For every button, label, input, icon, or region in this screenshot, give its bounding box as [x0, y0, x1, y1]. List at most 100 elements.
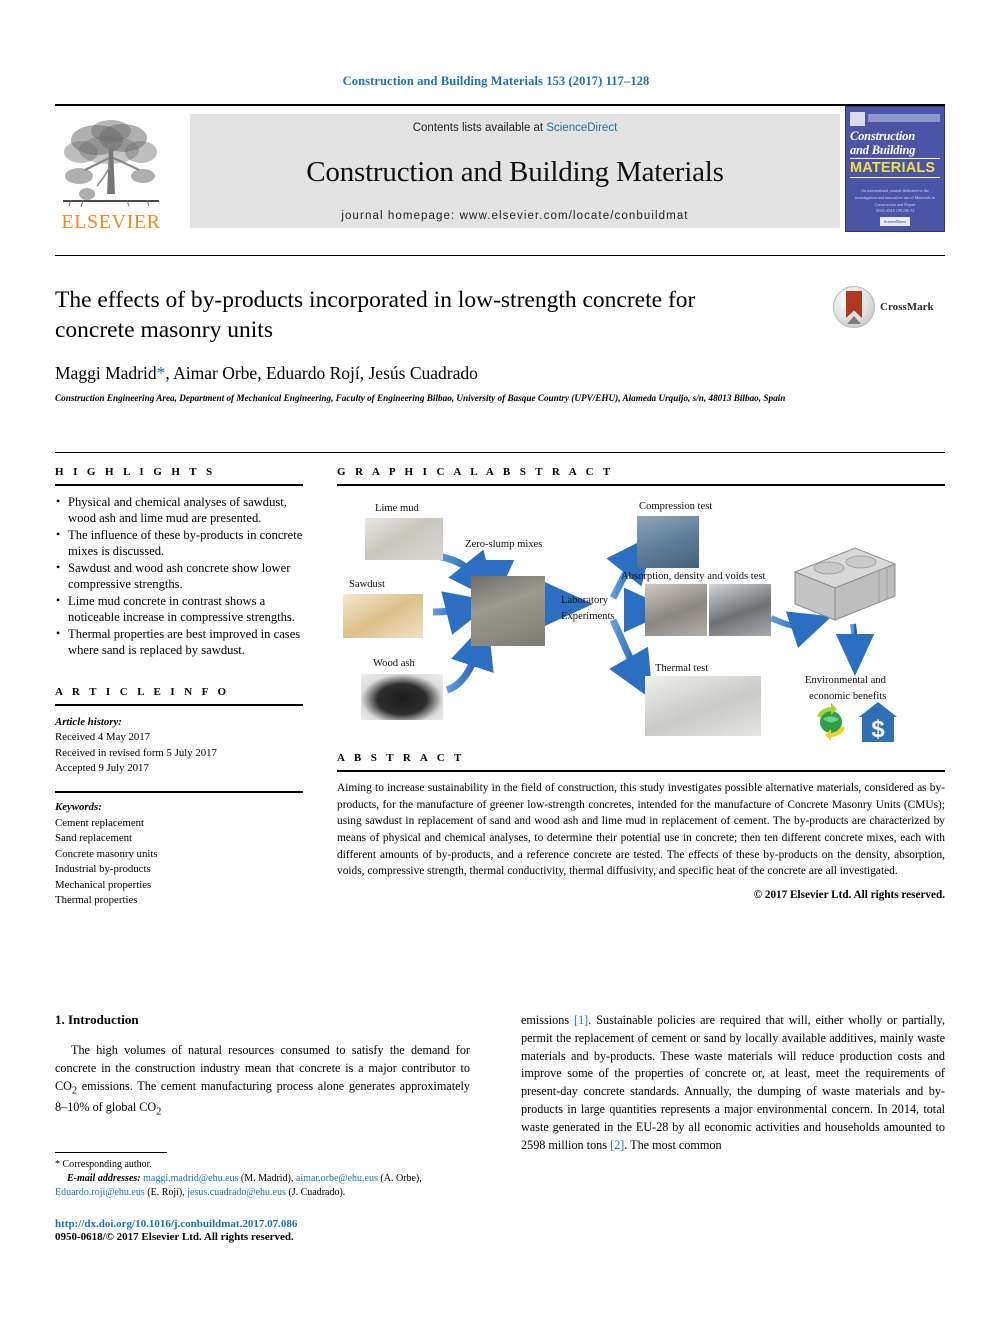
- email-link-2[interactable]: aimar.orbe@ehu.eus: [296, 1173, 378, 1184]
- graphical-abstract-rule: [337, 484, 945, 486]
- intro-right-end: . The most common: [624, 1137, 722, 1152]
- ga-label-sawdust: Sawdust: [349, 579, 385, 590]
- contents-lists-line: Contents lists available at ScienceDirec…: [413, 122, 618, 134]
- email-link-4[interactable]: jesus.cuadrado@ehu.eus: [187, 1187, 286, 1198]
- cover-blurb: An international journal dedicated to th…: [855, 188, 935, 208]
- journal-header-band: Contents lists available at ScienceDirec…: [190, 114, 840, 228]
- abstract-heading: A B S T R A C T: [337, 752, 465, 764]
- ga-photo-absorption-test: [645, 584, 707, 636]
- ga-photo-wood-ash: [361, 674, 443, 720]
- cmu-block-illustration: [793, 547, 897, 621]
- svg-text:$: $: [871, 716, 885, 743]
- ga-label-thermal-test: Thermal test: [655, 663, 709, 674]
- paper-page: Construction and Building Materials 153 …: [0, 0, 992, 1323]
- issn-copyright: 0950-0618/© 2017 Elsevier Ltd. All right…: [55, 1231, 294, 1243]
- introduction-right-column: emissions [1]. Sustainable policies are …: [521, 1012, 945, 1155]
- history-item: Received 4 May 2017: [55, 731, 151, 744]
- list-item: Lime mud concrete in contrast shows a no…: [55, 593, 303, 626]
- recycle-globe-icon: [817, 703, 845, 741]
- ga-label-benefits-line-1: Environmental and: [805, 675, 886, 686]
- elsevier-logo: ELSEVIER: [57, 114, 165, 234]
- ga-label-experiments: Experiments: [561, 611, 615, 622]
- cover-footer: AVAILABLE ONLINE AT ScienceDirect: [846, 208, 944, 226]
- crossmark-triangle-shape: [847, 316, 861, 324]
- list-item: The influence of these by-products in co…: [55, 527, 303, 560]
- title-block: CrossMark The effects of by-products inc…: [55, 286, 945, 405]
- keywords-rule: [55, 791, 303, 794]
- ga-label-wood-ash: Wood ash: [373, 658, 415, 669]
- keyword-item: Mechanical properties: [55, 878, 152, 891]
- keyword-item: Industrial by-products: [55, 863, 151, 876]
- history-item: Received in revised form 5 July 2017: [55, 746, 217, 759]
- citation-ref-1[interactable]: [1]: [574, 1013, 588, 1027]
- list-item: Sawdust and wood ash concrete show lower…: [55, 560, 303, 593]
- left-column: H I G H L I G H T S Physical and chemica…: [55, 466, 303, 909]
- ga-photo-density-balance: [709, 584, 771, 636]
- article-history: Article history: Received 4 May 2017 Rec…: [55, 715, 303, 777]
- cover-sciencedirect-badge: ScienceDirect: [879, 216, 911, 226]
- highlights-rule: [55, 484, 303, 486]
- doi-block: http://dx.doi.org/10.1016/j.conbuildmat.…: [55, 1218, 475, 1243]
- intro-paragraph-left: The high volumes of natural resources co…: [55, 1042, 470, 1120]
- intro-paragraph-right: emissions [1]. Sustainable policies are …: [521, 1012, 945, 1155]
- page-title: The effects of by-products incorporated …: [55, 287, 696, 343]
- highlights-list: Physical and chemical analyses of sawdus…: [55, 494, 303, 659]
- keyword-item: Cement replacement: [55, 816, 145, 829]
- ga-photo-thermal-test: [645, 676, 761, 736]
- footnote-block: * Corresponding author. E-mail addresses…: [55, 1152, 470, 1201]
- cover-title-line-3: MATERIALS: [850, 158, 940, 179]
- section-heading-introduction: 1. Introduction: [55, 1012, 139, 1027]
- crossmark-badge[interactable]: CrossMark: [833, 284, 945, 330]
- journal-homepage[interactable]: journal homepage: www.elsevier.com/locat…: [341, 210, 688, 222]
- footnote-rule: [55, 1152, 167, 1153]
- citation-ref-2[interactable]: [2]: [610, 1138, 624, 1152]
- email-name-2: (A. Orbe),: [380, 1173, 422, 1185]
- graphical-abstract-figure: Lime mud Sawdust Wood ash Zero-slump mix…: [337, 494, 945, 743]
- history-item: Accepted 9 July 2017: [55, 762, 149, 775]
- email-link-1[interactable]: maggi.madrid@ehu.eus: [143, 1173, 238, 1184]
- article-history-label: Article history:: [55, 715, 122, 728]
- author-rest: , Aimar Orbe, Eduardo Rojí, Jesús Cuadra…: [165, 362, 478, 383]
- ga-photo-compression-test: [637, 516, 699, 568]
- keyword-item: Concrete masonry units: [55, 847, 158, 860]
- elsevier-tree-icon: [63, 120, 159, 208]
- ga-label-zero-slump: Zero-slump mixes: [465, 539, 543, 550]
- cover-footer-text: AVAILABLE ONLINE AT: [875, 209, 915, 214]
- ga-label-compression-test: Compression test: [639, 501, 713, 512]
- cover-accent-bar: [868, 114, 940, 122]
- email-name-1: (M. Madrid),: [240, 1173, 294, 1185]
- email-addresses-note: E-mail addresses: maggi.madrid@ehu.eus (…: [55, 1172, 470, 1200]
- ga-label-absorption-test: Absorption, density and voids test: [621, 571, 766, 582]
- cover-title-line-1: Construction: [850, 129, 915, 143]
- intro-left-text: The high volumes of natural resources co…: [55, 1043, 470, 1118]
- intro-right-mid: . Sustainable policies are required that…: [521, 1013, 946, 1152]
- cover-title-line-2: and Building: [850, 143, 916, 157]
- abstract-text: Aiming to increase sustainability in the…: [337, 782, 945, 878]
- email-link-3[interactable]: Eduardo.roji@ehu.eus: [55, 1187, 145, 1198]
- author-list: Maggi Madrid*, Aimar Orbe, Eduardo Rojí,…: [55, 363, 945, 384]
- affiliation: Construction Engineering Area, Departmen…: [55, 392, 786, 403]
- highlights-heading: H I G H L I G H T S: [55, 466, 216, 478]
- cover-topbar: [850, 112, 940, 126]
- abstract-region-top-rule: [55, 452, 945, 453]
- keyword-item: Sand replacement: [55, 832, 133, 845]
- crossmark-label: CrossMark: [880, 301, 934, 313]
- elsevier-wordmark: ELSEVIER: [61, 211, 161, 233]
- running-head: Construction and Building Materials 153 …: [342, 74, 650, 88]
- contents-prefix: Contents lists available at: [412, 122, 547, 134]
- sciencedirect-link[interactable]: ScienceDirect: [546, 122, 617, 134]
- cover-emblem-icon: [850, 112, 865, 126]
- crossmark-ribbon-shape: [846, 291, 862, 318]
- keyword-item: Thermal properties: [55, 894, 138, 907]
- title-top-rule: [55, 255, 945, 256]
- introduction-left-column: 1. Introduction The high volumes of natu…: [55, 1012, 470, 1120]
- ga-photo-lime-mud: [365, 518, 443, 560]
- dollar-house-icon: $: [859, 702, 897, 743]
- graphical-abstract-heading: G R A P H I C A L A B S T R A C T: [337, 466, 614, 478]
- doi-link[interactable]: http://dx.doi.org/10.1016/j.conbuildmat.…: [55, 1218, 475, 1230]
- list-item: Physical and chemical analyses of sawdus…: [55, 494, 303, 527]
- email-name-4: (J. Cuadrado).: [288, 1187, 346, 1199]
- article-info-heading: A R T I C L E I N F O: [55, 685, 230, 698]
- article-info-rule: [55, 703, 303, 706]
- email-name-3: (E. Rojí),: [147, 1187, 185, 1199]
